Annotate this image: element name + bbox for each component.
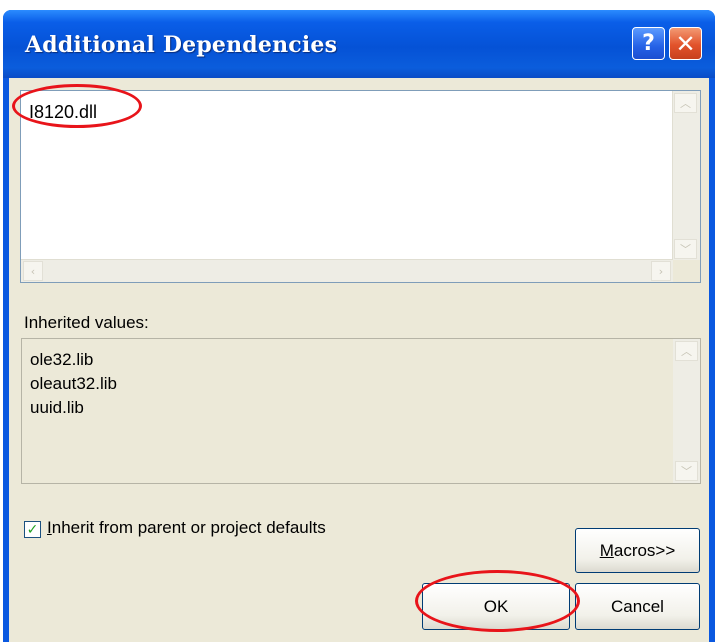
scroll-down-button[interactable]: ﹀	[675, 461, 698, 481]
scroll-right-button[interactable]: ›	[651, 261, 671, 281]
inherit-checkbox-label[interactable]: Inherit from parent or project defaults	[47, 518, 326, 538]
help-button[interactable]: ?	[632, 27, 665, 60]
scroll-down-button[interactable]: ﹀	[674, 239, 697, 259]
scroll-up-button[interactable]: ︿	[675, 341, 698, 361]
scroll-up-button[interactable]: ︿	[674, 93, 697, 113]
inherit-checkbox[interactable]: ✓	[24, 521, 41, 538]
inherited-values-label: Inherited values:	[24, 313, 149, 332]
macros-button[interactable]: Macros>>	[575, 528, 700, 573]
chevron-down-icon: ﹀	[681, 465, 692, 478]
edit-horizontal-scrollbar[interactable]: ‹ ›	[21, 259, 673, 282]
cancel-button[interactable]: Cancel	[575, 583, 700, 630]
chevron-left-icon: ‹	[30, 264, 36, 278]
checkmark-icon: ✓	[26, 521, 39, 538]
chevron-up-icon: ︿	[680, 97, 691, 110]
chevron-up-icon: ︿	[681, 345, 692, 358]
title-bar[interactable]: Additional Dependencies ? ✕	[3, 10, 715, 78]
edit-vertical-scrollbar[interactable]: ︿ ﹀	[672, 91, 700, 261]
dependency-text[interactable]: I8120.dll	[29, 102, 97, 123]
inherited-values-box: ole32.lib oleaut32.lib uuid.lib ︿ ﹀	[21, 338, 701, 484]
dependencies-edit-box[interactable]: I8120.dll ︿ ﹀ ‹ ›	[20, 90, 701, 283]
list-item: ole32.lib	[30, 350, 94, 369]
ok-button[interactable]: OK	[422, 583, 570, 630]
scroll-left-button[interactable]: ‹	[23, 261, 43, 281]
dialog-window: Additional Dependencies ? ✕ I8120.dll ︿ …	[3, 10, 715, 642]
chevron-down-icon: ﹀	[680, 243, 691, 256]
scrollbar-corner	[673, 260, 700, 282]
help-icon: ?	[642, 31, 655, 56]
close-button[interactable]: ✕	[669, 27, 702, 60]
chevron-right-icon: ›	[658, 264, 664, 278]
inherited-values-list: ole32.lib oleaut32.lib uuid.lib	[30, 348, 117, 420]
close-icon: ✕	[675, 29, 696, 58]
inherited-vertical-scrollbar[interactable]: ︿ ﹀	[673, 339, 700, 483]
list-item: oleaut32.lib	[30, 374, 117, 393]
list-item: uuid.lib	[30, 398, 84, 417]
dialog-title: Additional Dependencies	[25, 32, 338, 58]
dialog-body: I8120.dll ︿ ﹀ ‹ › Inherited values: ole3…	[9, 78, 709, 642]
